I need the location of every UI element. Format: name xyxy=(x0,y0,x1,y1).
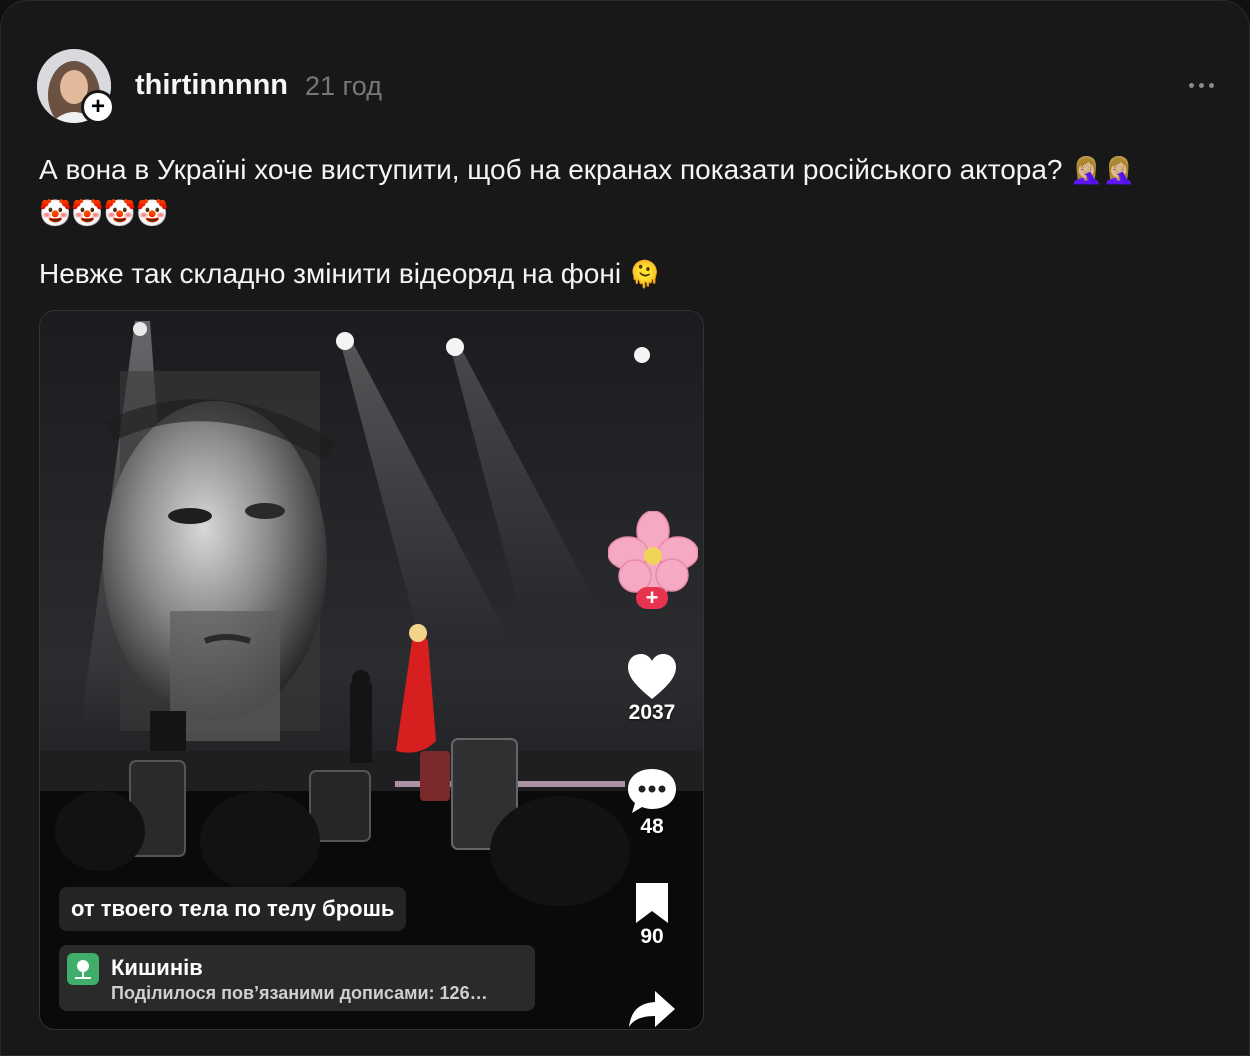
bookmark-icon xyxy=(636,883,668,923)
username[interactable]: thirtinnnnn xyxy=(135,69,288,102)
comment-icon xyxy=(628,769,676,813)
post-paragraph-1: А вона в Україні хоче виступити, щоб на … xyxy=(39,154,1136,229)
comment-count: 48 xyxy=(640,815,664,838)
location-pin-icon xyxy=(67,953,99,985)
share-button[interactable] xyxy=(602,989,702,1029)
location-title: Кишинів xyxy=(111,955,203,980)
post-body: А вона в Україні хоче виступити, щоб на … xyxy=(39,149,1159,314)
video-caption: от твоего тела по телу брошь xyxy=(59,887,407,931)
location-subtitle: Поділилося пов’язаними дописами: 126… xyxy=(111,983,488,1003)
post-paragraph-2: Невже так складно змінити відеоряд на фо… xyxy=(39,258,662,290)
save-button[interactable]: 90 xyxy=(602,881,702,949)
melting-face-emoji: 🫠 xyxy=(628,260,662,290)
post-card: + thirtinnnnn 21 год А вона в Україні хо… xyxy=(0,0,1250,1056)
like-button[interactable]: 2037 xyxy=(602,653,702,725)
follow-creator-plus-icon[interactable]: + xyxy=(636,587,668,609)
share-icon xyxy=(629,991,675,1027)
video-embed[interactable]: от твоего тела по телу брошь Кишинів Под… xyxy=(39,310,704,1030)
like-count: 2037 xyxy=(628,701,676,724)
follow-plus-icon[interactable]: + xyxy=(81,90,115,124)
heart-icon xyxy=(628,654,676,699)
post-timestamp: 21 год xyxy=(305,71,382,101)
save-count: 90 xyxy=(640,925,664,948)
location-tag[interactable]: Кишинів Поділилося пов’язаними дописами:… xyxy=(59,945,535,1011)
more-horizontal-icon[interactable] xyxy=(1183,77,1219,93)
comment-button[interactable]: 48 xyxy=(602,767,702,839)
